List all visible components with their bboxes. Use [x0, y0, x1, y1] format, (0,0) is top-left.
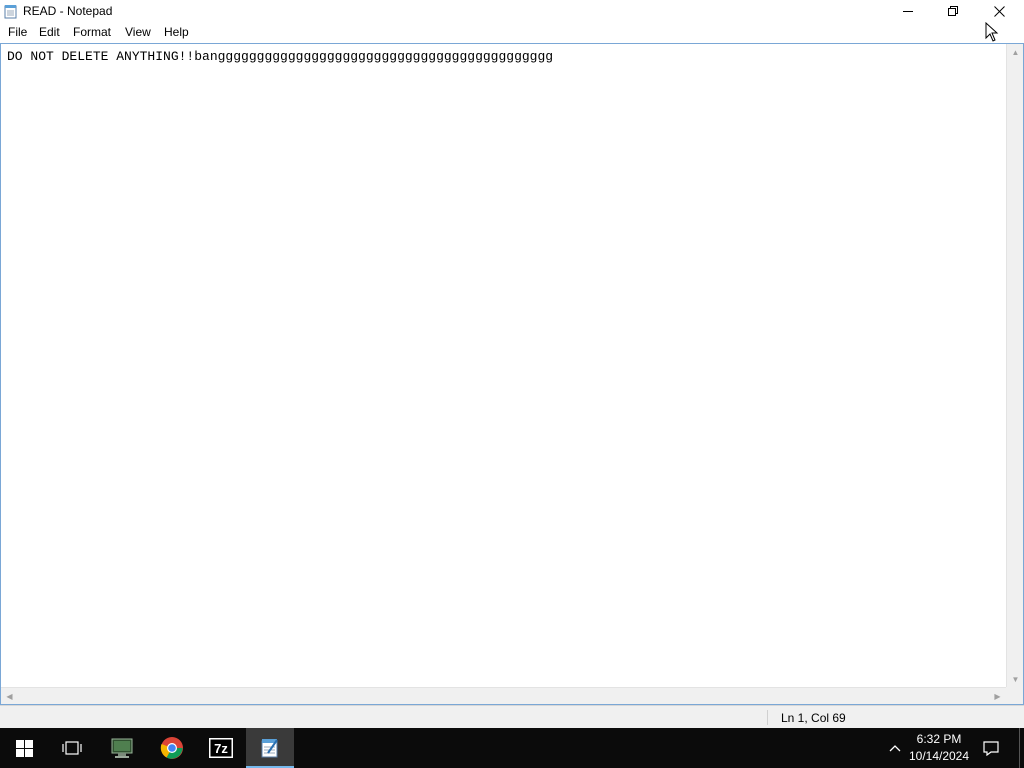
vertical-scrollbar[interactable]: ▲ ▼	[1006, 44, 1023, 688]
taskbar-notepad[interactable]	[246, 728, 294, 768]
scroll-up-icon[interactable]: ▲	[1007, 44, 1024, 61]
clock-time: 6:32 PM	[916, 732, 962, 746]
chrome-icon	[160, 737, 183, 759]
taskbar-7zip[interactable]: 7z	[197, 728, 245, 768]
scroll-corner	[1006, 687, 1023, 704]
7zip-label: 7z	[214, 741, 228, 756]
title-bar: READ - Notepad	[0, 0, 1024, 22]
system-clock[interactable]: 6:32 PM 10/14/2024	[906, 731, 972, 765]
close-icon	[993, 5, 1005, 17]
scroll-down-icon[interactable]: ▼	[1007, 671, 1024, 688]
task-view-icon	[62, 741, 82, 755]
minimize-icon	[903, 11, 913, 12]
restore-icon	[948, 6, 958, 16]
restore-button[interactable]	[930, 0, 976, 22]
status-bar: Ln 1, Col 69	[0, 705, 1024, 728]
scroll-left-icon[interactable]: ◀	[1, 688, 18, 705]
show-desktop-divider[interactable]	[1019, 728, 1020, 768]
chevron-up-icon	[889, 745, 901, 752]
close-button[interactable]	[976, 0, 1022, 22]
minimize-button[interactable]	[885, 0, 931, 22]
menu-edit[interactable]: Edit	[39, 25, 60, 39]
7zip-icon: 7z	[209, 738, 233, 758]
action-center-button[interactable]	[977, 728, 1005, 768]
taskbar-server-manager[interactable]	[98, 728, 146, 768]
menu-help[interactable]: Help	[164, 25, 189, 39]
cursor-position: Ln 1, Col 69	[781, 711, 846, 725]
notification-icon	[983, 741, 999, 756]
notepad-icon	[4, 4, 18, 19]
editor-content[interactable]: DO NOT DELETE ANYTHING!!banggggggggggggg…	[7, 49, 553, 64]
menu-file[interactable]: File	[8, 25, 27, 39]
menu-bar: File Edit Format View Help	[0, 22, 1024, 43]
server-manager-icon	[111, 738, 133, 758]
start-button[interactable]	[0, 728, 48, 768]
horizontal-scrollbar[interactable]: ◀ ▶	[1, 687, 1006, 704]
menu-format[interactable]: Format	[73, 25, 111, 39]
text-editor[interactable]: DO NOT DELETE ANYTHING!!banggggggggggggg…	[0, 43, 1024, 705]
windows-start-icon	[15, 739, 33, 757]
mouse-cursor-icon	[985, 22, 999, 42]
taskbar-chrome[interactable]	[148, 728, 196, 768]
menu-view[interactable]: View	[125, 25, 151, 39]
window-title: READ - Notepad	[23, 4, 113, 18]
status-divider	[767, 710, 768, 725]
show-hidden-icons-button[interactable]	[881, 728, 909, 768]
taskbar: 7z 6:32 PM 10/14/2024	[0, 728, 1024, 768]
scroll-right-icon[interactable]: ▶	[989, 688, 1006, 705]
notepad-icon	[261, 739, 278, 758]
clock-date: 10/14/2024	[908, 749, 970, 763]
task-view-button[interactable]	[48, 728, 96, 768]
